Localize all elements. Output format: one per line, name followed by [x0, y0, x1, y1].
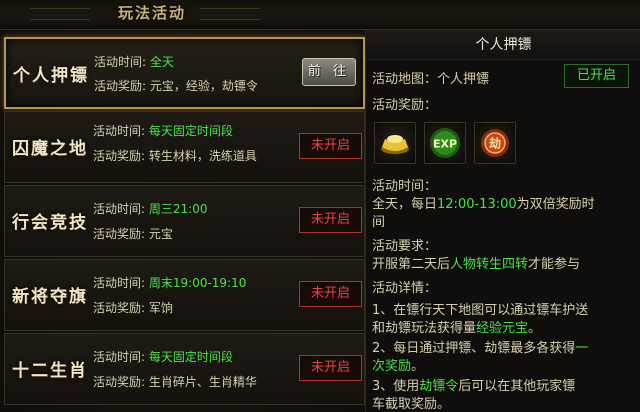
- detail-time-line: 全天，每日12:00-13:00为双倍奖励时: [372, 193, 595, 212]
- d1-suffix: 。: [528, 321, 542, 336]
- d2-highlight-2: 次奖励: [372, 359, 412, 374]
- time-value: 周末19:00-19:10: [148, 276, 247, 290]
- reward-value: 元宝，经验，劫镖令: [149, 79, 258, 93]
- reward-slot-gold[interactable]: [374, 122, 416, 164]
- title-ornament-right: [200, 8, 260, 20]
- detail-time-line-2: 间: [372, 215, 386, 230]
- d2-highlight: 一: [575, 341, 589, 356]
- double-reward-time: 12:00-13:00: [437, 197, 517, 212]
- req-prefix: 开服第二天后: [372, 257, 451, 272]
- rob-token-text: 劫: [489, 136, 501, 151]
- not-open-button[interactable]: 未开启: [299, 281, 362, 307]
- exp-icon: EXP: [430, 128, 460, 158]
- activity-row-demon-land[interactable]: 囚魔之地 活动时间: 每天固定时间段 活动奖励: 转生材料，洗练道具 未开启: [4, 111, 365, 183]
- time-label: 活动时间:: [93, 124, 146, 138]
- time-label: 活动时间:: [94, 55, 147, 69]
- detail-info-3b: 车截取奖励。: [372, 397, 451, 412]
- detail-title: 个人押镖: [366, 30, 640, 60]
- req-highlight: 人物转生四转: [450, 257, 529, 272]
- status-badge: 已开启: [564, 64, 629, 88]
- reward-slot-rob-token[interactable]: 劫: [474, 122, 516, 164]
- time-value: 全天: [149, 55, 174, 69]
- gold-ingot-icon: [381, 135, 409, 154]
- not-open-button[interactable]: 未开启: [299, 207, 362, 233]
- not-open-button[interactable]: 未开启: [299, 355, 362, 381]
- activity-row-zodiac[interactable]: 十二生肖 活动时间: 每天固定时间段 活动奖励: 生肖碎片、生肖精华 未开启: [4, 333, 365, 405]
- reward-label: 活动奖励:: [94, 79, 147, 93]
- reward-value: 转生材料，洗练道具: [148, 149, 257, 163]
- activity-time-line: 活动时间: 周三21:00: [93, 200, 207, 217]
- activity-time-line: 活动时间: 每天固定时间段: [93, 122, 233, 139]
- d2-prefix: 2、每日通过押镖、劫镖最多各获得: [372, 341, 576, 356]
- window-title: 玩法活动: [118, 4, 187, 22]
- detail-info-2a: 2、每日通过押镖、劫镖最多各获得一: [372, 337, 588, 356]
- rob-token-icon: 劫: [481, 129, 509, 157]
- title-bar: 玩法活动: [0, 0, 640, 30]
- activity-name: 行会竞技: [12, 213, 88, 233]
- reward-label: 活动奖励:: [93, 375, 146, 389]
- detail-reward-label: 活动奖励：: [372, 98, 438, 113]
- detail-req-line: 开服第二天后人物转生四转才能参与: [372, 253, 580, 272]
- d2-suffix: 。: [411, 359, 425, 374]
- activity-name: 新将夺旗: [12, 287, 88, 307]
- map-label: 活动地图：: [372, 72, 438, 87]
- map-value: 个人押镖: [437, 72, 490, 87]
- activity-name: 个人押镖: [13, 66, 89, 86]
- d1-prefix: 和劫镖玩法获得量: [372, 321, 477, 336]
- d3-prefix: 3、使用: [372, 379, 420, 394]
- detail-map-line: 活动地图：个人押镖: [372, 68, 489, 87]
- time-value: 周三21:00: [148, 202, 208, 216]
- time-prefix: 全天，每日: [372, 197, 438, 212]
- d3-suffix: 后可以在其他玩家镖: [458, 379, 576, 394]
- activity-row-capture-flag[interactable]: 新将夺旗 活动时间: 周末19:00-19:10 活动奖励: 军饷 未开启: [4, 259, 365, 331]
- activity-time-line: 活动时间: 全天: [94, 53, 174, 70]
- reward-label: 活动奖励:: [93, 149, 146, 163]
- time-value: 每天固定时间段: [148, 350, 233, 364]
- activity-reward-line: 活动奖励: 元宝: [93, 225, 173, 242]
- reward-value: 军饷: [148, 301, 173, 315]
- activity-detail-panel: 个人押镖 活动地图：个人押镖 已开启 活动奖励： EXP 劫 活动时间： 全天，…: [365, 30, 640, 412]
- activity-name: 囚魔之地: [12, 139, 88, 159]
- reward-value: 生肖碎片、生肖精华: [148, 375, 257, 389]
- time-label: 活动时间:: [93, 350, 146, 364]
- activity-list: 个人押镖 活动时间: 全天 活动奖励: 元宝，经验，劫镖令 前 往 囚魔之地 活…: [0, 30, 365, 412]
- activity-time-line: 活动时间: 每天固定时间段: [93, 348, 233, 365]
- detail-info-3a: 3、使用劫镖令后可以在其他玩家镖: [372, 375, 575, 394]
- reward-label: 活动奖励:: [93, 227, 146, 241]
- detail-info-1b: 和劫镖玩法获得量经验元宝。: [372, 317, 541, 336]
- req-suffix: 才能参与: [528, 257, 581, 272]
- activity-reward-line: 活动奖励: 元宝，经验，劫镖令: [94, 77, 258, 94]
- reward-label: 活动奖励:: [93, 301, 146, 315]
- exp-icon-text: EXP: [433, 138, 457, 151]
- activity-row-guild-arena[interactable]: 行会竞技 活动时间: 周三21:00 活动奖励: 元宝 未开启: [4, 185, 365, 257]
- activity-reward-line: 活动奖励: 生肖碎片、生肖精华: [93, 373, 257, 390]
- detail-info-label: 活动详情：: [372, 281, 438, 296]
- activity-reward-line: 活动奖励: 军饷: [93, 299, 173, 316]
- d3-highlight: 劫镖令: [419, 379, 459, 394]
- time-label: 活动时间:: [93, 202, 146, 216]
- not-open-button[interactable]: 未开启: [299, 133, 362, 159]
- activity-reward-line: 活动奖励: 转生材料，洗练道具: [93, 147, 257, 164]
- reward-slot-exp[interactable]: EXP: [424, 122, 466, 164]
- reward-value: 元宝: [148, 227, 173, 241]
- detail-time-label: 活动时间：: [372, 179, 438, 194]
- time-value: 每天固定时间段: [148, 124, 233, 138]
- title-ornament-left: [30, 8, 90, 20]
- detail-info-1a: 1、在镖行天下地图可以通过镖车护送: [372, 303, 589, 318]
- detail-req-label: 活动要求：: [372, 239, 438, 254]
- detail-info-2b: 次奖励。: [372, 355, 424, 374]
- activity-name: 十二生肖: [12, 361, 88, 381]
- d1-highlight: 经验元宝: [476, 321, 529, 336]
- activity-time-line: 活动时间: 周末19:00-19:10: [93, 274, 246, 291]
- time-suffix: 为双倍奖励时: [516, 197, 595, 212]
- activity-row-escort[interactable]: 个人押镖 活动时间: 全天 活动奖励: 元宝，经验，劫镖令 前 往: [4, 37, 365, 109]
- time-label: 活动时间:: [93, 276, 146, 290]
- go-button[interactable]: 前 往: [302, 58, 356, 86]
